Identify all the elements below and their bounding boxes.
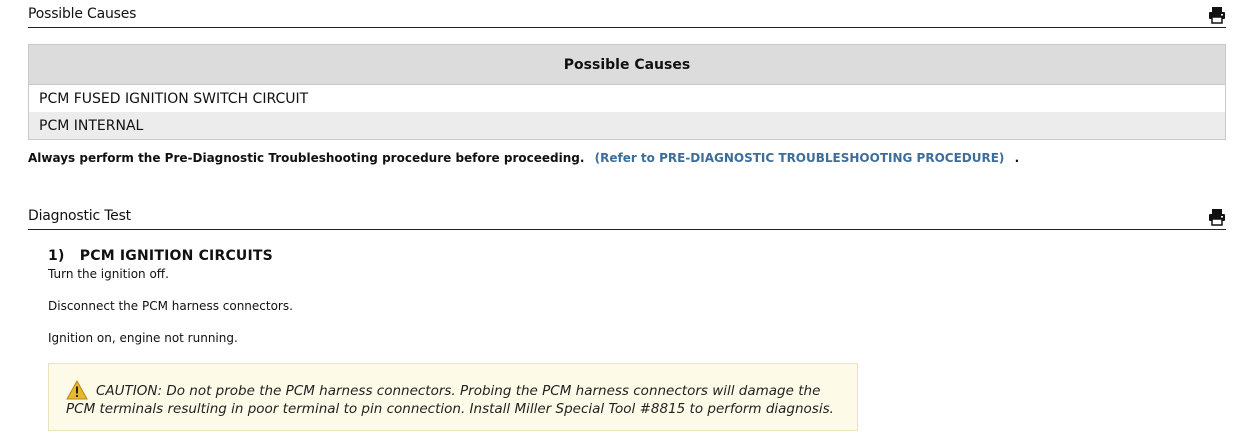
note-text: Always perform the Pre-Diagnostic Troubl… [28,151,585,165]
step-instruction: Turn the ignition off. [48,267,169,281]
table-row: PCM FUSED IGNITION SWITCH CIRCUIT [39,90,309,107]
possible-causes-table: Possible Causes PCM FUSED IGNITION SWITC… [28,44,1226,140]
step-title: 1) PCM IGNITION CIRCUITS [48,248,273,264]
table-row: PCM INTERNAL [28,112,1226,140]
note-trailing: . [1014,151,1020,165]
possible-causes-header: Possible Causes [28,0,1226,28]
section-title: Diagnostic Test [28,208,131,224]
step-instruction: Ignition on, engine not running. [48,331,238,345]
table-header: Possible Causes [28,44,1226,85]
caution-text: CAUTION: Do not probe the PCM harness co… [66,383,834,417]
caution-box: CAUTION: Do not probe the PCM harness co… [48,363,858,431]
pre-diagnostic-link[interactable]: (Refer to PRE-DIAGNOSTIC TROUBLESHOOTING… [595,151,1005,165]
section-title: Possible Causes [28,6,137,22]
print-icon[interactable] [1208,208,1226,226]
pre-diagnostic-note: Always perform the Pre-Diagnostic Troubl… [28,151,1019,165]
print-icon[interactable] [1208,6,1226,24]
diagnostic-test-header: Diagnostic Test [28,202,1226,230]
step-instruction: Disconnect the PCM harness connectors. [48,299,293,313]
